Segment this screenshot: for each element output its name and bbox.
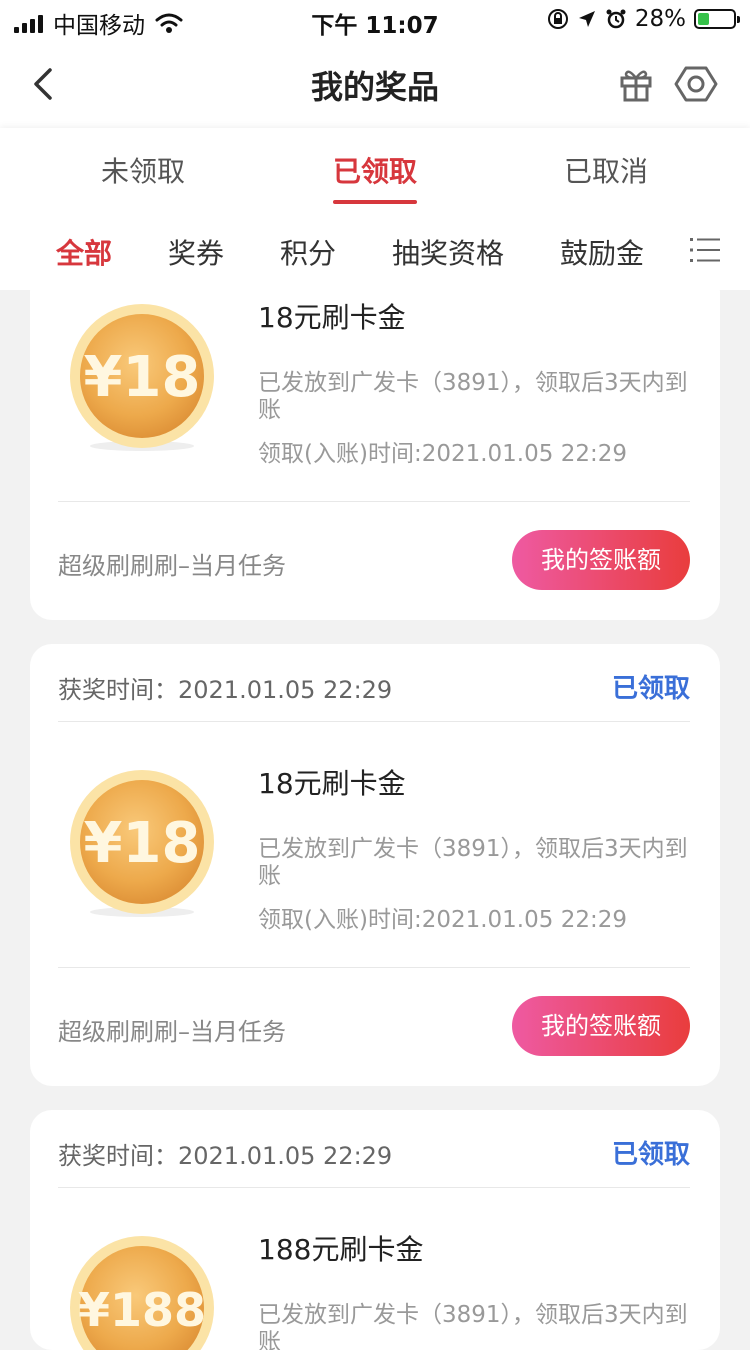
claim-time: 领取(入账)时间:2021.01.05 22:29 (258, 907, 627, 933)
category-label: 鼓励金 (560, 237, 645, 270)
gift-icon[interactable] (616, 64, 656, 104)
category-label: 积分 (280, 237, 337, 270)
category-tab-bonus[interactable]: 鼓励金 (560, 232, 644, 272)
category-label: 抽奖资格 (392, 237, 505, 270)
nav-bar: 我的奖品 (0, 40, 750, 128)
divider (58, 501, 690, 502)
list-menu-icon[interactable] (690, 236, 720, 264)
active-tab-indicator (333, 200, 417, 204)
prize-card: 获奖时间：2021.01.05 22:29 已领取 ¥18 18元刷卡金 已发放… (30, 644, 720, 1086)
divider (58, 1187, 690, 1188)
battery-icon (694, 9, 740, 29)
divider (58, 967, 690, 968)
battery-percent: 28% (634, 6, 686, 32)
prize-name: 18元刷卡金 (258, 767, 406, 800)
claim-status: 已领取 (611, 674, 690, 704)
status-bar: 中国移动 下午 11:07 28% (0, 0, 750, 40)
prize-card: ¥18 18元刷卡金 已发放到广发卡（3891），领取后3天内到账 领取(入账)… (30, 270, 720, 620)
category-label: 全部 (56, 237, 113, 270)
tab-label: 已领取 (332, 155, 417, 188)
coin-icon: ¥18 (70, 770, 214, 917)
coin-label: ¥18 (84, 811, 201, 876)
category-tab-points[interactable]: 积分 (280, 232, 336, 272)
coin-label: ¥18 (84, 345, 201, 410)
main-tabs: 未领取 已领取 已取消 (0, 128, 750, 210)
claim-time: 领取(入账)时间:2021.01.05 22:29 (258, 441, 627, 467)
category-tab-lottery[interactable]: 抽奖资格 (392, 232, 504, 272)
status-right: 28% (547, 6, 740, 32)
card-header: 获奖时间：2021.01.05 22:29 已领取 (58, 670, 690, 710)
location-icon (578, 11, 595, 27)
coin-label: ¥188 (78, 1283, 206, 1337)
claim-status: 已领取 (611, 1140, 690, 1170)
prize-description: 已发放到广发卡（3891），领取后3天内到账 (258, 370, 688, 423)
prize-description: 已发放到广发卡（3891），领取后3天内到账 (258, 836, 688, 889)
category-label: 奖券 (168, 237, 225, 270)
award-time: 获奖时间：2021.01.05 22:29 (58, 1142, 393, 1170)
tab-claimed[interactable]: 已领取 (260, 150, 490, 204)
my-spending-button[interactable]: 我的签账额 (512, 530, 690, 590)
alarm-icon (606, 9, 626, 29)
prize-source: 超级刷刷刷–当月任务 (58, 552, 286, 580)
prize-description: 已发放到广发卡（3891），领取后3天内到账 (258, 1302, 688, 1350)
prize-source: 超级刷刷刷–当月任务 (58, 1018, 286, 1046)
settings-icon[interactable] (674, 62, 718, 106)
tab-unclaimed[interactable]: 未领取 (28, 150, 258, 190)
prize-name: 188元刷卡金 (258, 1233, 424, 1266)
divider (58, 721, 690, 722)
tab-label: 未领取 (100, 155, 185, 188)
tab-cancelled[interactable]: 已取消 (491, 150, 721, 190)
rotation-lock-icon (547, 9, 568, 29)
tab-label: 已取消 (563, 155, 648, 188)
card-header: 获奖时间：2021.01.05 22:29 已领取 (58, 1136, 690, 1176)
prize-card: 获奖时间：2021.01.05 22:29 已领取 ¥188 188元刷卡金 已… (30, 1110, 720, 1350)
my-spending-button[interactable]: 我的签账额 (512, 996, 690, 1056)
category-tab-coupons[interactable]: 奖券 (168, 232, 224, 272)
tab-divider (0, 290, 750, 291)
award-time: 获奖时间：2021.01.05 22:29 (58, 676, 393, 704)
coin-icon: ¥188 (70, 1236, 214, 1350)
prize-name: 18元刷卡金 (258, 301, 406, 334)
coin-icon: ¥18 (70, 304, 214, 451)
